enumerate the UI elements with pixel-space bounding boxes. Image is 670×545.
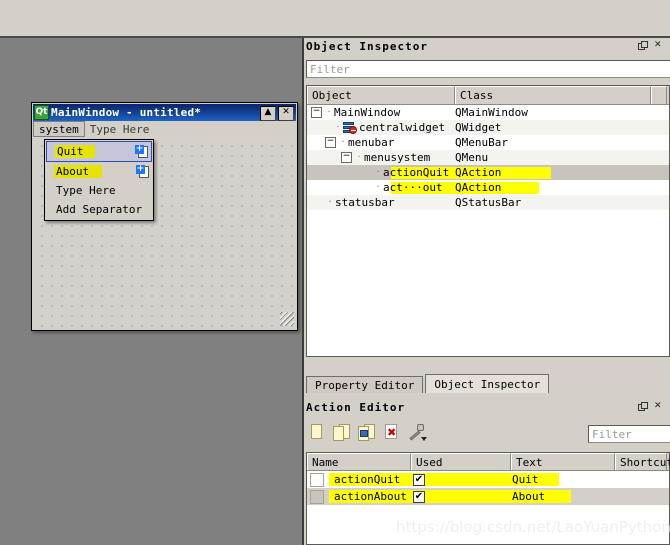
- resize-grip[interactable]: [280, 312, 294, 326]
- close-icon[interactable]: ✕: [654, 41, 663, 50]
- delete-action-icon[interactable]: ✖: [383, 422, 400, 441]
- menu-item-about[interactable]: About +: [46, 162, 152, 181]
- menubar-item-type-here[interactable]: Type Here: [85, 121, 155, 137]
- table-row[interactable]: actionQuit ✔ Quit: [307, 471, 669, 488]
- tree-object-label: actionQuit: [383, 166, 450, 179]
- tree-class-label: QMainWindow: [455, 106, 528, 119]
- tree-row[interactable]: ‧ centralwidget QWidget: [307, 120, 669, 135]
- close-icon[interactable]: ✕: [654, 402, 663, 411]
- widget-disabled-icon: [343, 122, 357, 134]
- tree-object-label: centralwidget: [359, 121, 446, 134]
- column-text[interactable]: Text: [511, 453, 615, 470]
- object-inspector-title: Object Inspector: [306, 40, 428, 53]
- action-icon: [310, 472, 324, 487]
- action-table-header: Name Used Text Shortcut: [307, 453, 670, 471]
- tree-row[interactable]: − ‧ menubar QMenuBar: [307, 135, 669, 150]
- action-editor-toolbar[interactable]: ✖: [308, 422, 427, 441]
- form-menubar[interactable]: system Type Here: [33, 121, 296, 138]
- tree-row[interactable]: ‧ actionQuit QAction: [307, 165, 669, 180]
- action-editor-panel-buttons: ✕: [638, 402, 663, 411]
- object-inspector-filter-input[interactable]: Filter: [306, 60, 670, 78]
- tree-class-label: QAction: [455, 181, 502, 194]
- tree-class-label: QAction: [455, 166, 502, 179]
- float-icon[interactable]: [638, 402, 648, 411]
- object-inspector-panel-buttons: ✕: [638, 41, 663, 50]
- object-tree-header: Object Class: [307, 86, 669, 105]
- menubar-item-system[interactable]: system: [33, 121, 85, 137]
- action-editor-filter-input[interactable]: Filter: [588, 425, 670, 443]
- menu-popup[interactable]: Quit + About + Type Here Add Separator: [44, 139, 154, 221]
- tree-class-label: QMenu: [455, 151, 489, 164]
- new-action-icon[interactable]: [308, 422, 325, 441]
- expander-icon[interactable]: −: [325, 137, 336, 148]
- menu-item-add-separator-label: Add Separator: [56, 203, 143, 216]
- paste-action-icon[interactable]: [358, 422, 375, 441]
- menu-item-type-here-label: Type Here: [56, 184, 116, 197]
- action-editor-title: Action Editor: [306, 401, 406, 414]
- used-checkbox[interactable]: ✔: [413, 490, 425, 503]
- tree-row[interactable]: ‧ statusbar QStatusBar: [307, 195, 669, 210]
- tree-object-label: MainWindow: [334, 106, 401, 119]
- watermark: https://blog.csdn.net/LaoYuanPython: [396, 518, 670, 536]
- filter-placeholder: Filter: [310, 62, 350, 76]
- tab-property-editor[interactable]: Property Editor: [306, 376, 424, 393]
- menu-item-quit[interactable]: Quit +: [46, 141, 152, 162]
- column-spacer: [651, 86, 667, 104]
- copy-action-icon[interactable]: [333, 422, 350, 441]
- top-strip: [0, 0, 670, 38]
- tree-row[interactable]: − ‧ menusystem QMenu: [307, 150, 669, 165]
- action-name: actionAbout: [334, 490, 407, 503]
- expander-icon[interactable]: −: [341, 152, 352, 163]
- tree-object-label: menusystem: [364, 151, 431, 164]
- used-checkbox[interactable]: ✔: [413, 473, 425, 486]
- action-icon: [310, 489, 324, 504]
- form-titlebar[interactable]: Qt MainWindow - untitled* ▲ ✕: [33, 104, 296, 121]
- qt-logo-icon: Qt: [34, 105, 49, 120]
- tree-class-label: QStatusBar: [455, 196, 522, 209]
- menu-item-quit-label: Quit: [57, 145, 84, 158]
- menu-item-about-label: About: [56, 165, 90, 178]
- float-icon[interactable]: [638, 41, 648, 50]
- add-action-icon[interactable]: +: [135, 145, 148, 158]
- expander-icon[interactable]: −: [311, 107, 322, 118]
- maximize-button[interactable]: ▲: [260, 106, 276, 121]
- column-object[interactable]: Object: [307, 86, 455, 104]
- action-text: About: [512, 490, 546, 503]
- action-name: actionQuit: [334, 473, 401, 486]
- menu-item-add-separator[interactable]: Add Separator: [46, 200, 152, 219]
- action-text: Quit: [512, 473, 539, 486]
- table-row[interactable]: actionAbout ✔ About: [307, 488, 669, 505]
- form-titlebar-buttons: ▲ ✕: [258, 106, 294, 121]
- column-shortcut[interactable]: Shortcut: [615, 453, 670, 470]
- menu-item-type-here[interactable]: Type Here: [46, 181, 152, 200]
- dock-tabs[interactable]: Property Editor Object Inspector: [306, 374, 551, 393]
- add-action-icon[interactable]: +: [136, 165, 149, 178]
- column-used[interactable]: Used: [411, 453, 511, 470]
- configure-icon[interactable]: [408, 422, 427, 441]
- tree-class-label: QMenuBar: [455, 136, 508, 149]
- column-class[interactable]: Class: [455, 86, 651, 104]
- tree-object-label: menubar: [348, 136, 395, 149]
- object-tree[interactable]: Object Class − ‧ MainWindow QMainWindow …: [306, 85, 670, 357]
- tree-row[interactable]: ‧ act···out QAction: [307, 180, 669, 195]
- form-title: MainWindow - untitled*: [51, 106, 202, 119]
- tree-object-label: statusbar: [335, 196, 395, 209]
- filter-placeholder: Filter: [592, 427, 632, 441]
- tree-row[interactable]: − ‧ MainWindow QMainWindow: [307, 105, 669, 120]
- column-name[interactable]: Name: [307, 453, 411, 470]
- close-button[interactable]: ✕: [278, 106, 294, 121]
- tree-class-label: QWidget: [455, 121, 502, 134]
- tree-object-label: act···out: [383, 181, 443, 194]
- tab-object-inspector[interactable]: Object Inspector: [425, 374, 550, 393]
